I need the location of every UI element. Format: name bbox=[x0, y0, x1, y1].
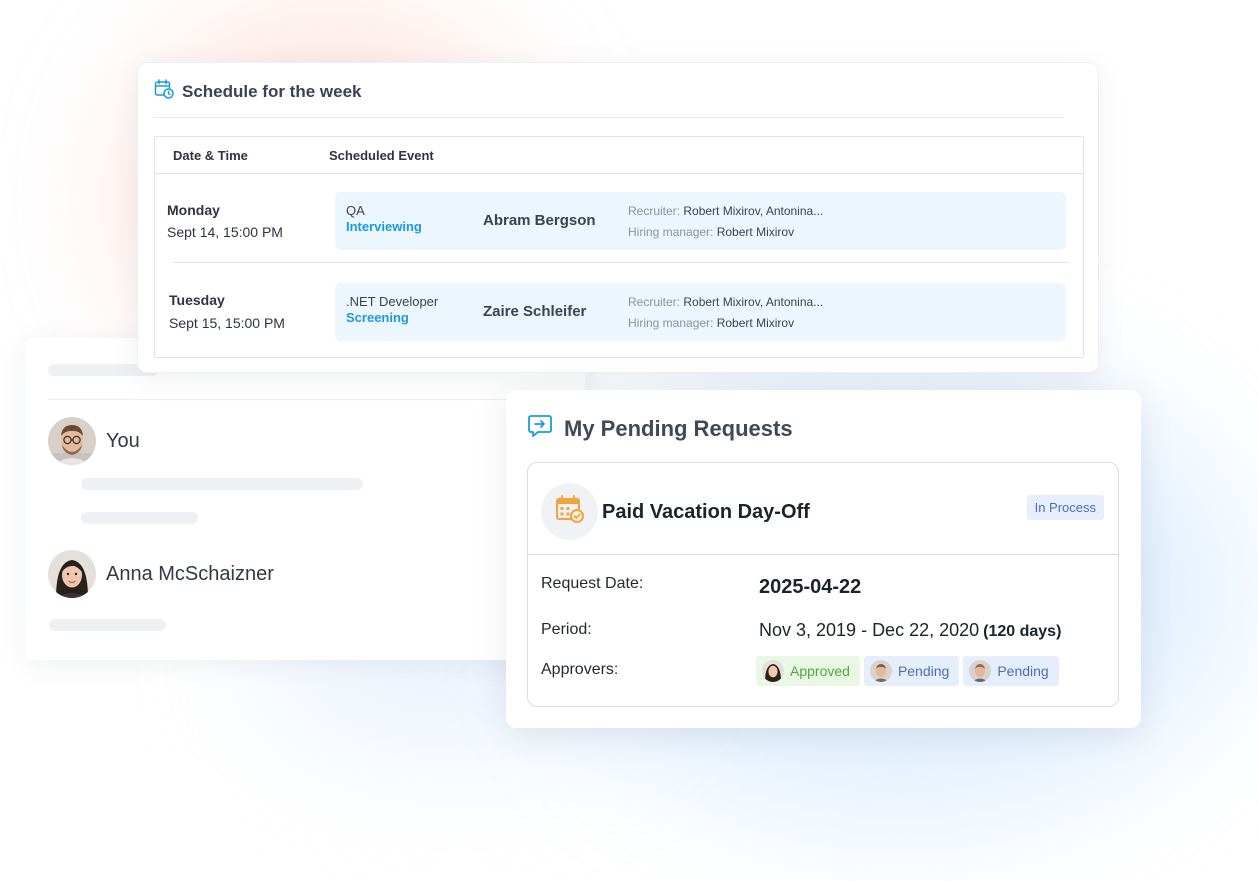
status-badge: In Process bbox=[1026, 495, 1104, 520]
hiring-manager-value: Robert Mixirov bbox=[716, 316, 795, 330]
event-hiring-manager: Hiring manager: Robert Mixirov bbox=[628, 316, 794, 330]
event-card[interactable]: QA Interviewing Abram Bergson Recruiter:… bbox=[335, 192, 1066, 250]
request-date-label: Request Date: bbox=[541, 575, 644, 592]
approver-status: Approved bbox=[790, 663, 850, 679]
avatar bbox=[969, 660, 992, 682]
chat-user-you[interactable]: You bbox=[48, 417, 140, 465]
period-range: Nov 3, 2019 - Dec 22, 2020 bbox=[759, 620, 980, 640]
approver-chip[interactable]: Pending bbox=[863, 656, 960, 686]
approver-chip[interactable]: Approved bbox=[756, 656, 860, 686]
period-label: Period: bbox=[541, 621, 592, 638]
row-day: Tuesday bbox=[169, 292, 225, 308]
event-candidate: Zaire Schleifer bbox=[483, 303, 587, 320]
avatar bbox=[48, 417, 96, 465]
chat-user-name: Anna McSchaizner bbox=[106, 562, 274, 585]
avatar bbox=[869, 660, 892, 682]
recruiter-value: Robert Mixirov, Antonina... bbox=[683, 295, 824, 309]
avatar bbox=[762, 660, 784, 682]
chat-divider bbox=[48, 399, 585, 400]
pending-header: My Pending Requests bbox=[527, 413, 793, 444]
schedule-card: Schedule for the week Date & Time Schedu… bbox=[137, 62, 1099, 373]
row-date: Sept 14, 15:00 PM bbox=[167, 224, 283, 240]
event-role: QA bbox=[346, 203, 365, 218]
event-role: .NET Developer bbox=[346, 294, 439, 309]
calendar-clock-icon bbox=[154, 79, 174, 104]
request-icon-circle bbox=[541, 483, 598, 540]
column-header-scheduled-event: Scheduled Event bbox=[329, 148, 434, 163]
chat-user-name: You bbox=[106, 429, 140, 452]
schedule-title: Schedule for the week bbox=[182, 81, 362, 101]
hiring-manager-label: Hiring manager: bbox=[628, 316, 714, 330]
event-card[interactable]: .NET Developer Screening Zaire Schleifer… bbox=[335, 283, 1066, 341]
skeleton-bar bbox=[49, 619, 166, 631]
schedule-divider bbox=[154, 117, 1064, 118]
schedule-table: Date & Time Scheduled Event Monday Sept … bbox=[154, 136, 1084, 358]
recruiter-value: Robert Mixirov, Antonina... bbox=[683, 204, 824, 218]
event-recruiter: Recruiter: Robert Mixirov, Antonina... bbox=[628, 295, 823, 309]
recruiter-label: Recruiter: bbox=[628, 204, 681, 218]
hiring-manager-value: Robert Mixirov bbox=[716, 225, 795, 239]
period-value: Nov 3, 2019 - Dec 22, 2020 (120 days) bbox=[759, 620, 1061, 641]
row-date: Sept 15, 15:00 PM bbox=[169, 315, 285, 331]
hiring-manager-label: Hiring manager: bbox=[628, 225, 714, 239]
request-card[interactable]: Paid Vacation Day-Off In Process Request… bbox=[527, 462, 1119, 707]
calendar-check-icon bbox=[555, 494, 585, 529]
approvers-label: Approvers: bbox=[541, 661, 619, 678]
approver-status: Pending bbox=[997, 663, 1049, 679]
approver-status: Pending bbox=[897, 663, 950, 679]
request-date-value: 2025-04-22 bbox=[759, 576, 862, 598]
recruiter-label: Recruiter: bbox=[628, 295, 681, 309]
schedule-header: Schedule for the week bbox=[154, 79, 362, 104]
request-header: Paid Vacation Day-Off In Process bbox=[528, 463, 1118, 555]
event-hiring-manager: Hiring manager: Robert Mixirov bbox=[628, 225, 794, 239]
row-divider bbox=[173, 262, 1069, 263]
approvers-list: Approved Pending Pending bbox=[756, 656, 1059, 686]
avatar bbox=[48, 550, 96, 598]
row-day: Monday bbox=[167, 202, 220, 218]
event-stage: Screening bbox=[346, 310, 409, 325]
skeleton-bar bbox=[81, 512, 198, 524]
table-header-divider bbox=[155, 173, 1083, 174]
event-recruiter: Recruiter: Robert Mixirov, Antonina... bbox=[628, 204, 823, 218]
approver-chip[interactable]: Pending bbox=[963, 656, 1059, 686]
pending-requests-card: My Pending Requests Paid Vacation Day-Of… bbox=[506, 390, 1141, 728]
event-candidate: Abram Bergson bbox=[483, 212, 596, 229]
chat-arrow-icon bbox=[527, 413, 553, 444]
pending-title: My Pending Requests bbox=[564, 415, 793, 441]
period-days: (120 days) bbox=[983, 623, 1062, 640]
chat-card: You Anna McSchaizner bbox=[25, 338, 585, 660]
skeleton-bar bbox=[81, 478, 363, 490]
column-header-date-time: Date & Time bbox=[173, 148, 248, 163]
chat-user-anna[interactable]: Anna McSchaizner bbox=[48, 550, 274, 598]
request-type: Paid Vacation Day-Off bbox=[602, 501, 810, 523]
event-stage: Interviewing bbox=[346, 219, 422, 234]
